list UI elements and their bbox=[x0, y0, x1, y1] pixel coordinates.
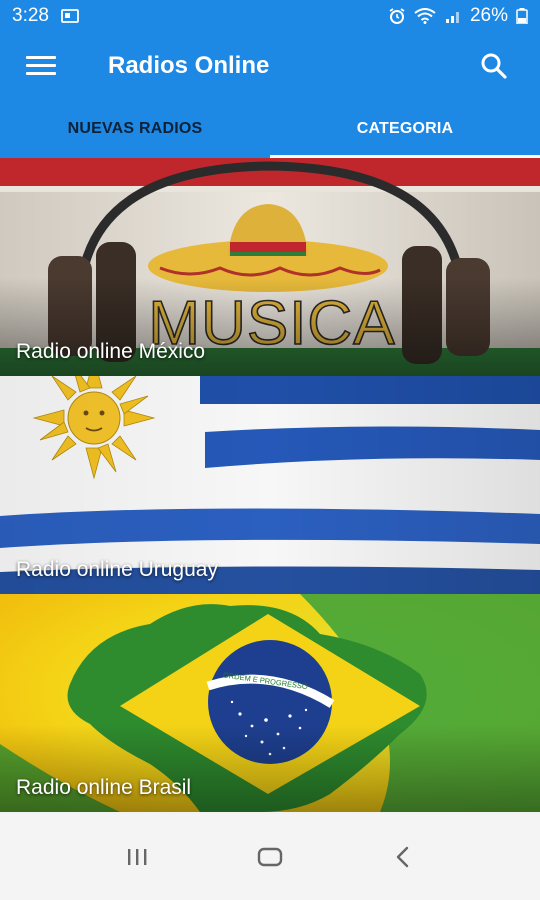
battery-icon bbox=[516, 8, 528, 24]
category-label-mexico: Radio online México bbox=[16, 340, 206, 363]
app-title: Radios Online bbox=[108, 52, 270, 79]
search-icon[interactable] bbox=[480, 52, 508, 80]
app-bar: Radios Online bbox=[0, 32, 540, 100]
alarm-icon bbox=[389, 8, 405, 24]
home-icon bbox=[257, 847, 283, 867]
wifi-icon bbox=[414, 8, 436, 24]
recent-apps-button[interactable] bbox=[117, 837, 157, 877]
category-card-brasil[interactable]: ORDEM E PROGRESSO Radio online Brasil bbox=[0, 594, 540, 812]
home-button[interactable] bbox=[250, 837, 290, 877]
back-button[interactable] bbox=[383, 837, 423, 877]
category-card-mexico[interactable]: MUSICA Radio online México bbox=[0, 158, 540, 376]
status-time: 3:28 bbox=[12, 5, 49, 26]
tab-bar: NUEVAS RADIOS CATEGORIA bbox=[0, 100, 540, 158]
category-label-brasil: Radio online Brasil bbox=[16, 776, 192, 799]
status-bar: 3:28 26% bbox=[0, 0, 540, 32]
battery-percent: 26% bbox=[469, 5, 508, 26]
signal-icon bbox=[445, 12, 459, 23]
screen-cast-icon bbox=[61, 9, 79, 23]
system-nav-bar bbox=[0, 814, 540, 900]
back-icon bbox=[397, 846, 409, 868]
tab-nuevas-radios[interactable]: NUEVAS RADIOS bbox=[0, 100, 270, 158]
menu-icon[interactable] bbox=[26, 56, 56, 76]
category-label-uruguay: Radio online Uruguay bbox=[16, 558, 218, 581]
tab-categoria[interactable]: CATEGORIA bbox=[270, 100, 540, 158]
category-card-uruguay[interactable]: Radio online Uruguay bbox=[0, 376, 540, 594]
recent-apps-icon bbox=[127, 849, 147, 865]
